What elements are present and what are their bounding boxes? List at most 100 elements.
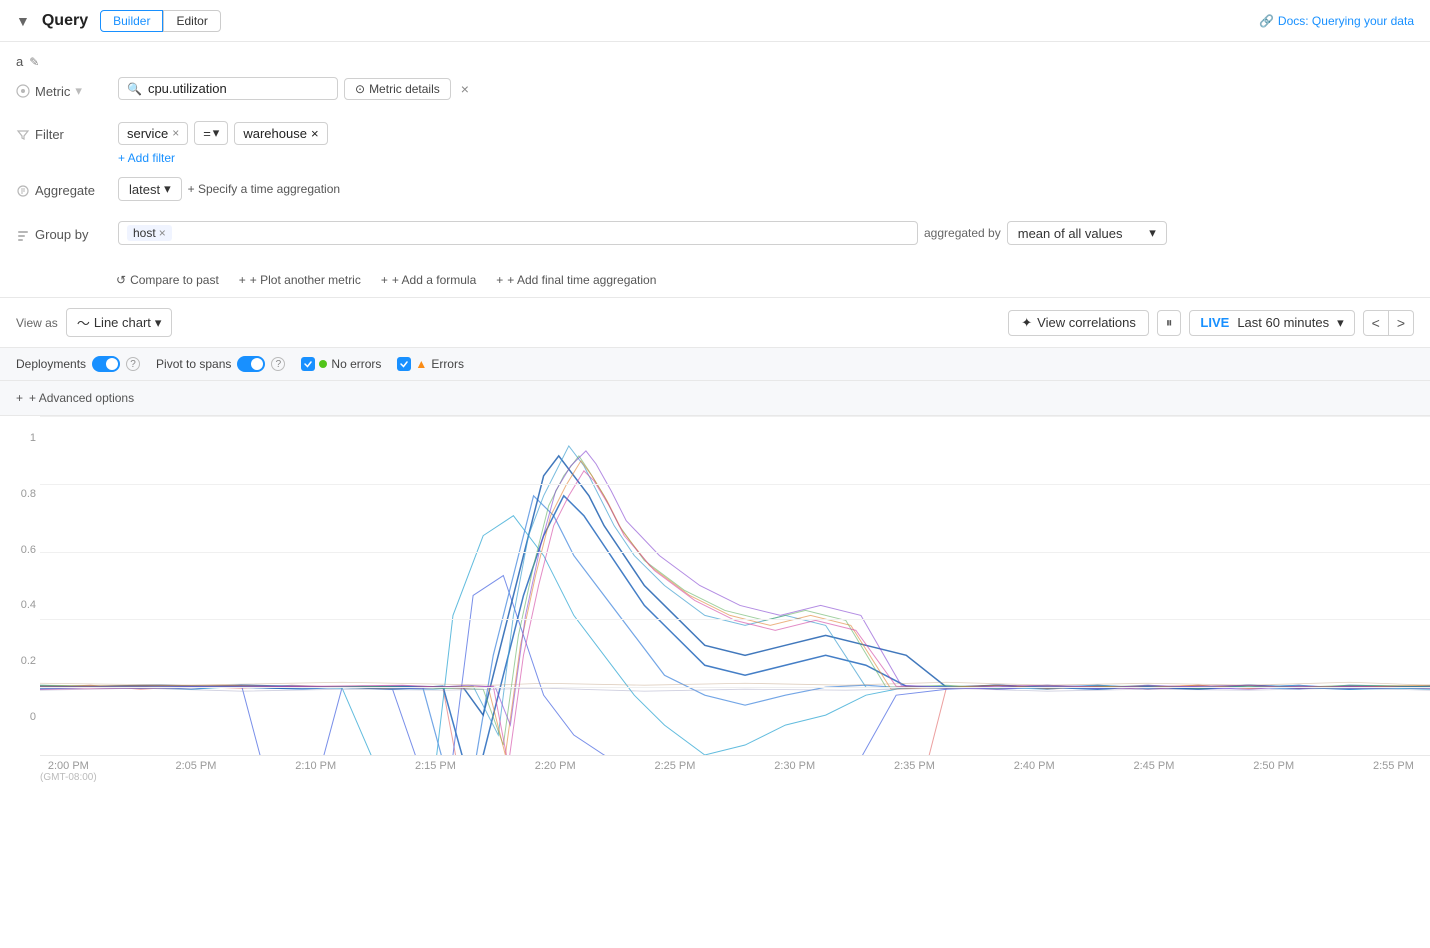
viz-controls: View as 〜 Line chart ▾ ✦ View correlatio… — [0, 298, 1430, 348]
x-label-225: 2:25 PM — [654, 760, 695, 783]
viz-right: ✦ View correlations ⏸ LIVE Last 60 minut… — [1008, 310, 1414, 336]
groupby-input[interactable]: host × — [118, 221, 918, 245]
aggregate-label: Aggregate — [16, 177, 106, 198]
pivot-to-spans-label: Pivot to spans — [156, 357, 231, 371]
next-button[interactable]: > — [1389, 310, 1414, 336]
metric-label: Metric ▾ — [16, 77, 106, 99]
aggregated-by-label: aggregated by — [924, 226, 1001, 240]
metric-search-input[interactable] — [148, 81, 268, 96]
aggregated-by-dropdown[interactable]: mean of all values ▾ — [1007, 221, 1167, 245]
pivot-help-icon[interactable]: ? — [271, 357, 285, 371]
x-label-210: 2:10 PM — [295, 760, 336, 783]
agg-dropdown-chevron-icon: ▾ — [1149, 225, 1156, 241]
filter-service-tag: service × — [118, 122, 188, 145]
editor-button[interactable]: Editor — [163, 10, 220, 32]
y-label-04: 0.4 — [8, 599, 36, 611]
add-filter-button[interactable]: + Add filter — [118, 151, 1414, 165]
y-label-0: 0 — [8, 711, 36, 723]
advanced-options-row[interactable]: + + Advanced options — [0, 381, 1430, 416]
builder-button[interactable]: Builder — [100, 10, 163, 32]
pause-button[interactable]: ⏸ — [1157, 310, 1182, 336]
viz-left: View as 〜 Line chart ▾ — [16, 308, 172, 337]
deployments-help-icon[interactable]: ? — [126, 357, 140, 371]
no-errors-checkbox[interactable] — [301, 357, 315, 371]
metric-details-icon: ⊙ — [355, 82, 365, 96]
filter-warehouse-tag: warehouse × — [234, 122, 327, 145]
metric-row-content: 🔍 ⊙ Metric details × — [118, 77, 1414, 100]
pause-icon: ⏸ — [1166, 315, 1173, 331]
alias-letter: a — [16, 54, 23, 69]
advanced-options-label: + Advanced options — [29, 391, 134, 405]
pivot-to-spans-toggle[interactable] — [237, 356, 265, 372]
groupby-host-tag: host × — [127, 225, 172, 241]
errors-triangle-icon: ▲ — [415, 357, 427, 371]
metric-details-button[interactable]: ⊙ Metric details — [344, 78, 451, 100]
overlay-controls: Deployments ? Pivot to spans ? No errors… — [0, 348, 1430, 381]
nav-buttons: < > — [1363, 310, 1414, 336]
docs-link[interactable]: 🔗 Docs: Querying your data — [1259, 14, 1414, 28]
chart-type-dropdown[interactable]: 〜 Line chart ▾ — [66, 308, 173, 337]
deployments-toggle[interactable] — [92, 356, 120, 372]
correlations-icon: ✦ — [1021, 315, 1032, 331]
filter-service-remove[interactable]: × — [172, 126, 179, 140]
grid-line-08 — [40, 484, 1430, 485]
metric-row: Metric ▾ 🔍 ⊙ Metric details × — [16, 77, 1414, 109]
page-title: Query — [42, 12, 88, 30]
groupby-host-remove[interactable]: × — [159, 226, 166, 240]
edit-icon[interactable]: ✎ — [29, 55, 39, 69]
alias-row: a ✎ — [16, 54, 1414, 69]
x-label-250: 2:50 PM — [1253, 760, 1294, 783]
collapse-icon[interactable]: ▼ — [16, 13, 30, 29]
aggregate-row-content: latest ▾ + Specify a time aggregation — [118, 177, 1414, 201]
x-axis-labels: 2:00 PM (GMT-08:00) 2:05 PM 2:10 PM 2:15… — [0, 756, 1430, 783]
deployments-label: Deployments — [16, 357, 86, 371]
live-time-dropdown[interactable]: LIVE Last 60 minutes ▾ — [1189, 310, 1354, 336]
pivot-to-spans-group: Pivot to spans ? — [156, 356, 285, 372]
plus-icon-time-agg: + — [496, 273, 503, 287]
advanced-plus-icon: + — [16, 391, 23, 405]
plus-icon-formula: + — [381, 273, 388, 287]
y-label-02: 0.2 — [8, 655, 36, 667]
chart-svg — [40, 416, 1430, 755]
grid-line-04 — [40, 619, 1430, 620]
filter-row: Filter service × = ▾ warehouse × + Add f… — [16, 121, 1414, 165]
chart-grid — [40, 416, 1430, 756]
deployments-toggle-group: Deployments ? — [16, 356, 140, 372]
metric-chevron-icon[interactable]: ▾ — [75, 83, 82, 99]
no-errors-dot — [319, 360, 327, 368]
x-label-200: 2:00 PM (GMT-08:00) — [40, 760, 97, 783]
operator-dropdown[interactable]: = ▾ — [194, 121, 228, 145]
actions-row: ↺ Compare to past + + Plot another metri… — [16, 265, 1414, 297]
prev-button[interactable]: < — [1363, 310, 1389, 336]
filter-warehouse-remove[interactable]: × — [311, 126, 319, 141]
aggregate-dropdown[interactable]: latest ▾ — [118, 177, 182, 201]
add-final-time-agg-button[interactable]: + + Add final time aggregation — [496, 273, 656, 287]
mode-buttons: Builder Editor — [100, 10, 221, 32]
view-correlations-button[interactable]: ✦ View correlations — [1008, 310, 1149, 336]
docs-icon: 🔗 — [1259, 14, 1274, 28]
aggregate-row: Aggregate latest ▾ + Specify a time aggr… — [16, 177, 1414, 209]
line-chart-icon: 〜 — [77, 313, 90, 332]
search-icon: 🔍 — [127, 82, 142, 96]
filter-label: Filter — [16, 121, 106, 142]
metric-close-button[interactable]: × — [461, 82, 469, 96]
aggregate-chevron-icon: ▾ — [164, 181, 171, 197]
x-label-245: 2:45 PM — [1133, 760, 1174, 783]
errors-label: Errors — [431, 357, 464, 371]
grid-line-1 — [40, 416, 1430, 417]
operator-chevron-icon: ▾ — [213, 125, 220, 141]
compare-to-past-button[interactable]: ↺ Compare to past — [116, 273, 219, 287]
no-errors-label: No errors — [331, 357, 381, 371]
chart-type-chevron-icon: ▾ — [155, 315, 162, 331]
metric-search-wrap[interactable]: 🔍 — [118, 77, 338, 100]
specify-time-button[interactable]: + Specify a time aggregation — [188, 182, 340, 196]
x-label-205: 2:05 PM — [175, 760, 216, 783]
groupby-row-content: host × aggregated by mean of all values … — [118, 221, 1414, 245]
query-section: a ✎ Metric ▾ 🔍 ⊙ Metric details × Filter — [0, 42, 1430, 298]
compare-icon: ↺ — [116, 273, 126, 287]
plot-another-metric-button[interactable]: + + Plot another metric — [239, 273, 361, 287]
add-formula-button[interactable]: + + Add a formula — [381, 273, 476, 287]
x-label-240: 2:40 PM — [1014, 760, 1055, 783]
errors-checkbox[interactable] — [397, 357, 411, 371]
y-label-1: 1 — [8, 432, 36, 444]
